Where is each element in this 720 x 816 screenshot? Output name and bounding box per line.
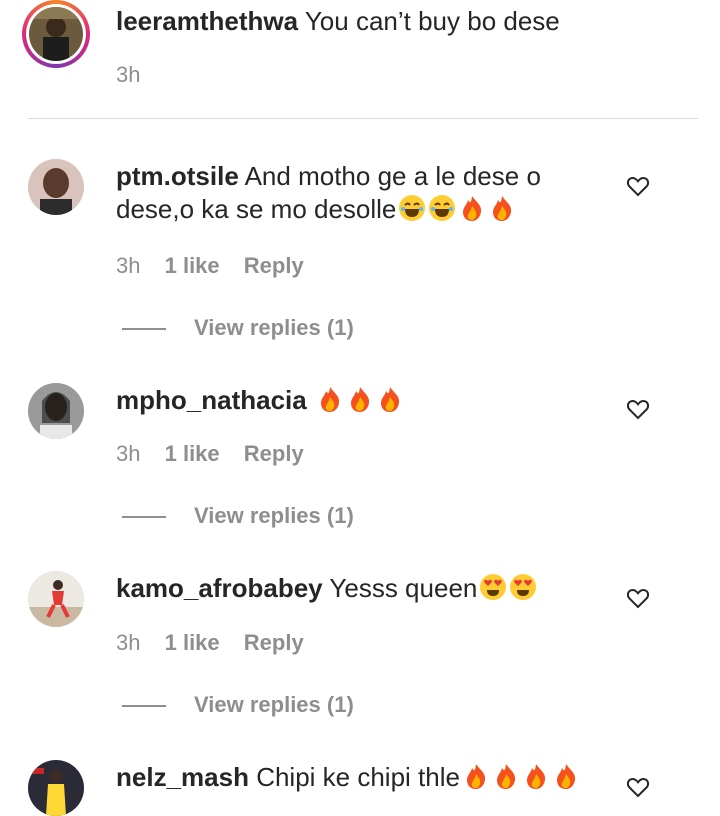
avatar[interactable] xyxy=(28,383,84,439)
comment-body: nelz_mash Chipi ke chipi thle xyxy=(116,761,586,794)
comment-body: mpho_nathacia xyxy=(116,384,586,417)
divider xyxy=(122,705,166,708)
comment-meta: 3h 1 like Reply xyxy=(116,253,322,279)
comment-text: Yesss queen xyxy=(329,573,478,603)
avatar-photo xyxy=(28,159,84,215)
comment-time: 3h xyxy=(116,62,141,87)
comment-body: kamo_afrobabey Yesss queen xyxy=(116,572,586,605)
fire-emoji xyxy=(458,194,486,222)
fire-emoji xyxy=(488,194,516,222)
comment-username[interactable]: mpho_nathacia xyxy=(116,385,307,415)
fire-emoji xyxy=(522,762,550,790)
view-replies-label: View replies (1) xyxy=(194,692,354,717)
avatar[interactable] xyxy=(28,159,84,215)
avatar-photo xyxy=(29,7,83,61)
view-replies-button[interactable]: View replies (1) xyxy=(122,692,354,718)
comment-text: You can’t buy bo dese xyxy=(304,6,560,36)
comment-username[interactable]: ptm.otsile xyxy=(116,161,239,191)
view-replies-label: View replies (1) xyxy=(194,315,354,340)
view-replies-button[interactable]: View replies (1) xyxy=(122,503,354,529)
divider xyxy=(122,516,166,519)
reply-button[interactable]: Reply xyxy=(244,441,304,466)
divider xyxy=(28,118,698,119)
like-heart-icon[interactable] xyxy=(626,776,650,798)
laughing-emoji xyxy=(428,194,456,222)
laughing-emoji xyxy=(398,194,426,222)
like-heart-icon[interactable] xyxy=(626,398,650,420)
fire-emoji xyxy=(492,762,520,790)
fire-emoji xyxy=(316,385,344,413)
comment-likes[interactable]: 1 like xyxy=(165,441,220,466)
fire-emoji xyxy=(376,385,404,413)
comment-likes[interactable]: 1 like xyxy=(165,253,220,278)
divider xyxy=(122,328,166,331)
comment-time: 3h xyxy=(116,253,141,278)
comment-body: ptm.otsile And motho ge a le dese o dese… xyxy=(116,160,586,226)
comment-meta: 3h 1 like Reply xyxy=(116,441,322,467)
fire-emoji xyxy=(346,385,374,413)
fire-emoji xyxy=(462,762,490,790)
comment-meta: 3h xyxy=(116,62,158,88)
avatar[interactable] xyxy=(28,571,84,627)
like-heart-icon[interactable] xyxy=(626,175,650,197)
comment-meta: 3h 1 like Reply xyxy=(116,630,322,656)
avatar-photo xyxy=(28,383,84,439)
fire-emoji xyxy=(552,762,580,790)
like-heart-icon[interactable] xyxy=(626,587,650,609)
comment-likes[interactable]: 1 like xyxy=(165,630,220,655)
view-replies-label: View replies (1) xyxy=(194,503,354,528)
avatar-photo xyxy=(28,760,84,816)
comment-text: Chipi ke chipi thle xyxy=(256,762,460,792)
comment-time: 3h xyxy=(116,441,141,466)
heart-eyes-emoji xyxy=(479,573,507,601)
reply-button[interactable]: Reply xyxy=(244,253,304,278)
avatar-photo xyxy=(28,571,84,627)
reply-button[interactable]: Reply xyxy=(244,630,304,655)
avatar[interactable] xyxy=(22,0,90,68)
view-replies-button[interactable]: View replies (1) xyxy=(122,315,354,341)
comment-username[interactable]: nelz_mash xyxy=(116,762,249,792)
comment-username[interactable]: leeramthethwa xyxy=(116,6,298,36)
avatar[interactable] xyxy=(28,760,84,816)
comment-time: 3h xyxy=(116,630,141,655)
comment-username[interactable]: kamo_afrobabey xyxy=(116,573,323,603)
heart-eyes-emoji xyxy=(509,573,537,601)
comment-body: leeramthethwa You can’t buy bo dese xyxy=(116,5,586,38)
